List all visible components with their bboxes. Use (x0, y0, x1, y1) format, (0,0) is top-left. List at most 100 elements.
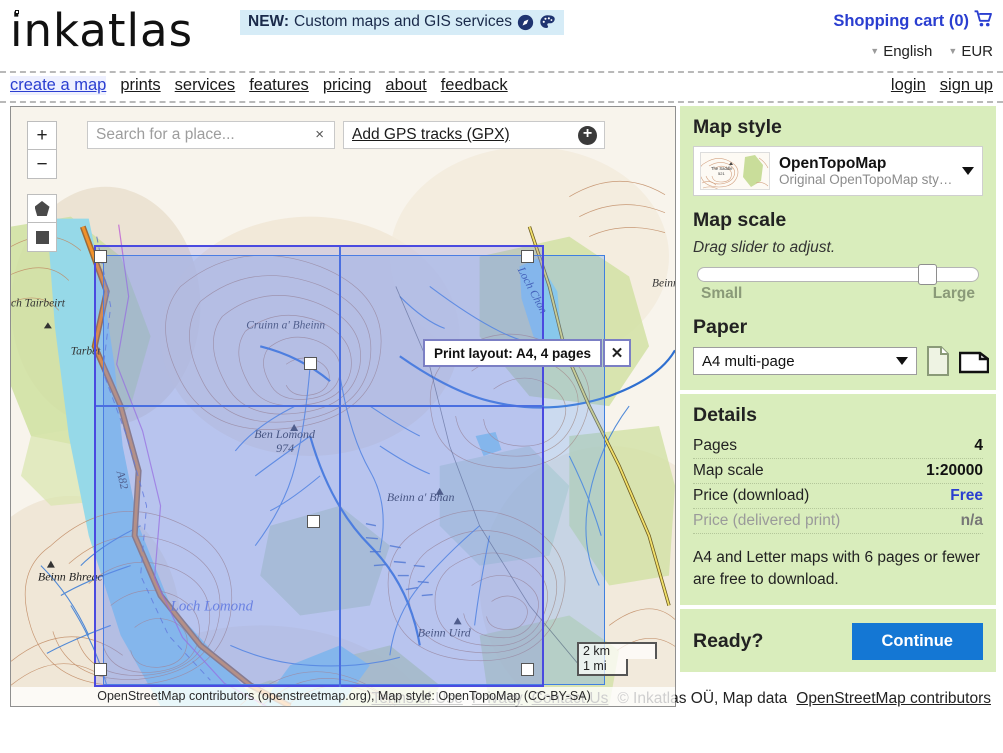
nav-item-features[interactable]: features (249, 76, 309, 95)
map-style-title: Map style (693, 116, 983, 139)
nav-account: login sign up (891, 76, 993, 95)
detail-value: n/a (961, 512, 983, 530)
selection-handle-grid-top[interactable] (304, 357, 317, 370)
chevron-down-icon: ▼ (870, 46, 879, 56)
details-title: Details (693, 404, 983, 427)
map-scale-slider[interactable] (697, 267, 979, 282)
map-scale-hint: Drag slider to adjust. (693, 239, 983, 257)
print-layout-label: Print layout: A4, 4 pages (423, 339, 602, 367)
chevron-down-icon[interactable] (896, 357, 908, 365)
landscape-page-icon[interactable] (959, 346, 983, 376)
map-container[interactable]: ch Tairbeirt Tarbet Cruinn a' Bheinn Bei… (10, 106, 676, 707)
place-search[interactable]: × (87, 121, 335, 149)
pentagon-icon (35, 201, 50, 216)
page-content: ch Tairbeirt Tarbet Cruinn a' Bheinn Bei… (0, 103, 1003, 716)
print-layout-badge: Print layout: A4, 4 pages ✕ (423, 339, 631, 367)
chevron-down-icon[interactable] (962, 167, 974, 175)
locale-controls: ▼ English ▼ EUR (870, 43, 993, 60)
scale-bar-km: 2 km (577, 642, 657, 659)
print-layout-close-button[interactable]: ✕ (603, 339, 631, 367)
detail-key: Price (download) (693, 487, 809, 505)
detail-key: Pages (693, 437, 737, 455)
nav-item-services[interactable]: services (175, 76, 236, 95)
detail-value: Free (950, 487, 983, 505)
detail-row-pages: Pages 4 (693, 434, 983, 459)
plus-icon[interactable]: + (578, 126, 597, 145)
svg-text:Beinn: Beinn (652, 277, 675, 289)
paper-title: Paper (693, 316, 983, 339)
paper-size-value: A4 multi-page (702, 353, 795, 370)
paper-size-select[interactable]: A4 multi-page (693, 347, 917, 375)
detail-row-price-print: Price (delivered print) n/a (693, 509, 983, 534)
main-navigation: create a map prints services features pr… (0, 73, 1003, 103)
svg-text:521: 521 (718, 171, 725, 176)
shopping-cart-label: Shopping cart (0) (833, 12, 969, 31)
map-style-selector[interactable]: The Saddle 521 OpenTopoMap Original Open… (693, 146, 983, 196)
map-style-panel: Map style The Saddle (680, 106, 996, 390)
scale-small-label: Small (701, 285, 742, 303)
nav-item-pricing[interactable]: pricing (323, 76, 372, 95)
square-icon (36, 231, 49, 244)
osm-contributors-link[interactable]: OpenStreetMap contributors (796, 690, 991, 708)
nav-item-about[interactable]: about (385, 76, 426, 95)
scale-bar-mi: 1 mi (577, 659, 628, 676)
map-style-description: Original OpenTopoMap styl... (779, 172, 953, 187)
selection-handle-bottom-right[interactable] (521, 663, 534, 676)
compass-icon[interactable] (517, 14, 534, 31)
detail-value: 1:20000 (926, 462, 983, 480)
map-selection-rectangle[interactable] (94, 245, 544, 687)
map-scale-bar: 2 km 1 mi (577, 642, 657, 676)
clear-search-icon[interactable]: × (311, 127, 334, 144)
nav-item-feedback[interactable]: feedback (441, 76, 508, 95)
detail-key: Map scale (693, 462, 764, 480)
scale-large-label: Large (933, 285, 975, 303)
promo-text: Custom maps and GIS services (294, 13, 512, 31)
zoom-out-button[interactable]: − (27, 150, 57, 179)
detail-key: Price (delivered print) (693, 512, 840, 530)
ready-title: Ready? (693, 630, 763, 653)
language-selector[interactable]: ▼ English (870, 43, 932, 60)
promo-banner[interactable]: NEW: Custom maps and GIS services (240, 10, 564, 35)
ready-panel: Ready? Continue (680, 609, 996, 672)
site-header: inkatlas NEW: Custom maps and GIS servic… (0, 0, 1003, 73)
selection-handle-top-right[interactable] (521, 250, 534, 263)
map-scale-slider-row: Small Large (693, 267, 983, 303)
nav-primary: create a map prints services features pr… (10, 76, 508, 95)
portrait-page-icon[interactable] (926, 346, 950, 376)
nav-item-prints[interactable]: prints (120, 76, 160, 95)
currency-selector[interactable]: ▼ EUR (948, 43, 993, 60)
login-link[interactable]: login (891, 76, 926, 95)
add-gpx-tracks-button[interactable]: Add GPS tracks (GPX) + (343, 121, 605, 149)
map-scale-slider-knob[interactable] (918, 264, 937, 285)
palette-icon[interactable] (539, 14, 556, 31)
logo-text: inkatlas (10, 4, 193, 57)
page-grid-line-horizontal (96, 405, 544, 407)
detail-row-map-scale: Map scale 1:20000 (693, 459, 983, 484)
logo-dot (15, 10, 19, 14)
ready-row: Ready? Continue (693, 621, 983, 660)
signup-link[interactable]: sign up (940, 76, 993, 95)
details-note: A4 and Letter maps with 6 pages or fewer… (693, 547, 983, 591)
paper-controls: A4 multi-page (693, 346, 983, 376)
draw-rectangle-button[interactable] (27, 223, 57, 252)
map-options-sidebar: Map style The Saddle (680, 106, 996, 672)
selection-handle-center[interactable] (307, 515, 320, 528)
map-style-thumbnail: The Saddle 521 (700, 152, 770, 190)
map-attribution: OpenStreetMap contributors (openstreetma… (11, 687, 676, 706)
zoom-in-button[interactable]: + (27, 121, 57, 150)
currency-label: EUR (961, 43, 993, 60)
map-scale-title: Map scale (693, 209, 983, 232)
shopping-cart-link[interactable]: Shopping cart (0) (833, 10, 993, 32)
search-input[interactable] (88, 126, 311, 144)
selection-handle-top-left[interactable] (94, 250, 107, 263)
nav-item-create-a-map[interactable]: create a map (10, 76, 106, 95)
details-panel: Details Pages 4 Map scale 1:20000 Price … (680, 394, 996, 605)
draw-polygon-button[interactable] (27, 194, 57, 223)
continue-button[interactable]: Continue (852, 623, 984, 660)
page-grid-line-vertical (339, 247, 341, 687)
svg-text:ch Tairbeirt: ch Tairbeirt (11, 297, 66, 309)
language-label: English (883, 43, 932, 60)
site-logo[interactable]: inkatlas (10, 4, 193, 57)
cart-icon (974, 10, 993, 32)
selection-handle-bottom-left[interactable] (94, 663, 107, 676)
